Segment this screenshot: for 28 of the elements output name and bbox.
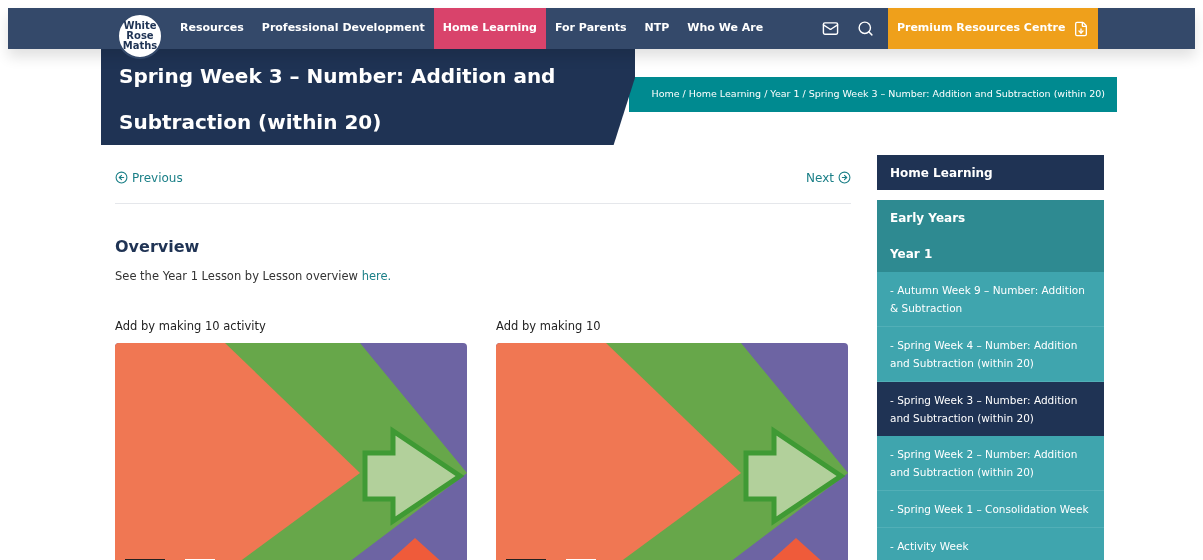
overview-link[interactable]: here. <box>361 269 392 283</box>
breadcrumb: Home / Home Learning / Year 1 / Spring Week 3 – Number: Addition and Subtraction (within 20) <box>651 87 1105 102</box>
sidebar-item[interactable]: - Spring Week 3 – Number: Addition and Subtraction (within 20) <box>877 382 1104 436</box>
sidebar-item[interactable]: - Spring Week 1 – Consolidation Week <box>877 491 1104 528</box>
nav-link[interactable]: Resources <box>171 8 253 49</box>
video-caption: Add by making 10 <box>496 318 602 336</box>
nav-link[interactable]: Who We Are <box>678 8 773 49</box>
nav-link[interactable]: For Parents <box>546 8 636 49</box>
sidebar-item[interactable]: - Activity Week <box>877 528 1104 560</box>
overview-text: See the Year 1 Lesson by Lesson overview here. <box>115 268 393 285</box>
sidebar-item[interactable]: - Spring Week 4 – Number: Addition and Subtraction (within 20) <box>877 327 1104 382</box>
page-title: Spring Week 3 – Number: Addition and Subtraction (within 20) <box>119 63 557 136</box>
nav-link[interactable]: NTP <box>635 8 679 49</box>
nav-link[interactable]: Professional Development <box>252 8 434 49</box>
nav-link[interactable]: Home Learning <box>433 8 546 49</box>
logo-text: Rose <box>126 31 154 41</box>
video-caption: Add by making 10 activity <box>115 318 267 336</box>
logo-text: Maths <box>122 41 158 51</box>
sidebar-item[interactable]: Year 1 <box>877 236 1104 272</box>
previous-link[interactable]: Previous <box>115 168 183 187</box>
sidebar-title: Home Learning <box>877 155 1104 190</box>
overview-heading: Overview <box>115 236 201 258</box>
next-link[interactable]: Next <box>806 168 851 187</box>
sidebar-item[interactable]: Early Years <box>877 200 1104 236</box>
logo[interactable]: White Rose Maths <box>117 13 163 59</box>
sidebar-item[interactable]: - Autumn Week 9 – Number: Addition & Subtraction <box>877 272 1104 327</box>
logo-text: White <box>123 21 157 31</box>
sidebar-item[interactable]: - Spring Week 2 – Number: Addition and Subtraction (within 20) <box>877 436 1104 491</box>
